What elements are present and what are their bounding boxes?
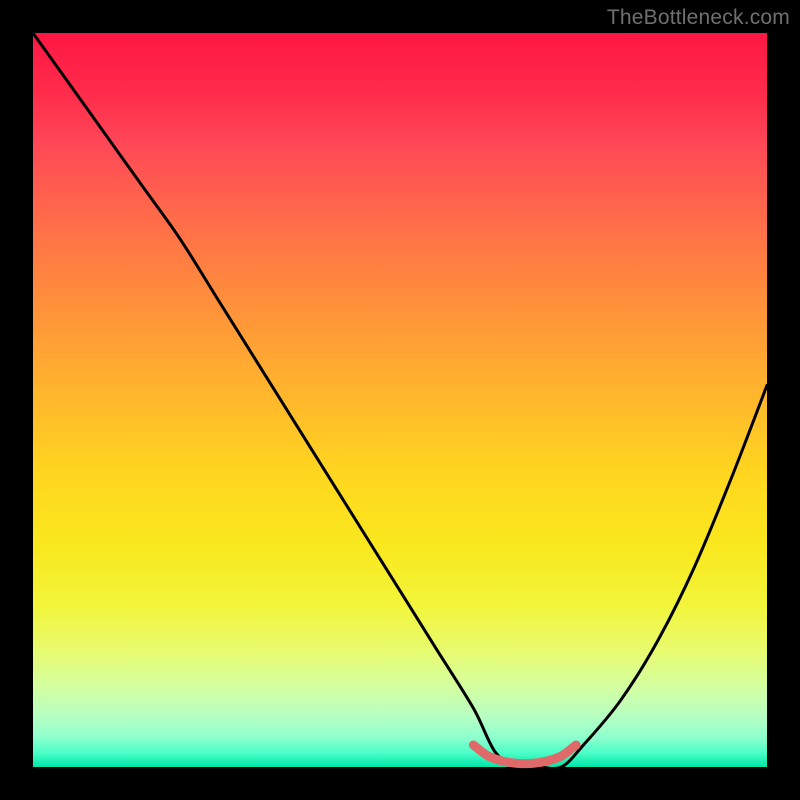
optimal-band xyxy=(473,745,576,764)
chart-plot-area xyxy=(33,33,767,767)
chart-svg xyxy=(33,33,767,767)
bottleneck-curve xyxy=(33,33,767,769)
watermark-text: TheBottleneck.com xyxy=(607,6,790,30)
chart-frame: TheBottleneck.com xyxy=(0,0,800,800)
